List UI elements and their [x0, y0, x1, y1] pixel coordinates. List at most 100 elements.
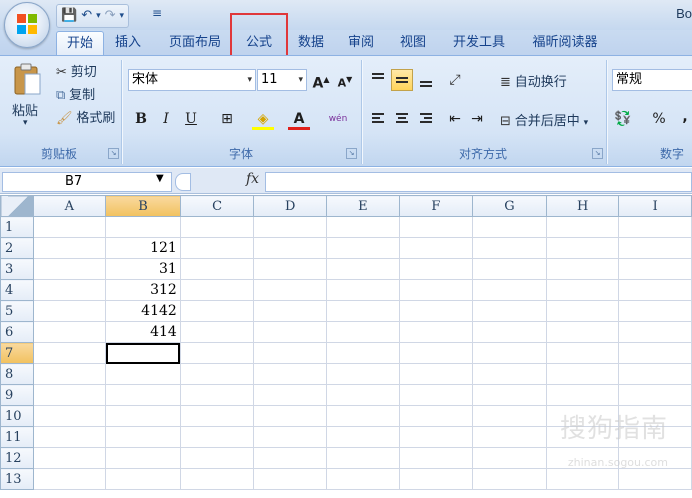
cell[interactable]	[105, 384, 181, 406]
column-header[interactable]: I	[618, 195, 692, 217]
cell[interactable]	[326, 237, 400, 259]
cell[interactable]	[179, 468, 255, 490]
paste-button[interactable]: 粘贴 ▾	[8, 60, 46, 140]
cell[interactable]	[326, 468, 400, 490]
cell[interactable]	[398, 237, 474, 259]
column-header[interactable]: D	[253, 195, 328, 217]
cell[interactable]	[105, 426, 181, 448]
cell[interactable]	[618, 216, 692, 238]
row-header[interactable]: 5	[0, 300, 34, 322]
column-header[interactable]: B	[105, 195, 181, 217]
row-header[interactable]: 11	[0, 426, 34, 448]
cell[interactable]	[32, 300, 107, 322]
cell[interactable]	[179, 363, 255, 385]
tab-review[interactable]: 审阅	[340, 31, 382, 55]
cell[interactable]	[253, 300, 328, 322]
cell[interactable]	[32, 321, 107, 343]
cell[interactable]	[472, 447, 547, 469]
row-header[interactable]: 7	[0, 342, 34, 364]
insert-function-icon[interactable]: fx	[246, 171, 259, 187]
cell[interactable]	[545, 363, 620, 385]
redo-dropdown-icon[interactable]: ▾	[120, 6, 125, 26]
select-all-corner[interactable]	[0, 195, 34, 217]
copy-button[interactable]: ⧉ 复制	[56, 84, 95, 104]
font-launcher-icon[interactable]: ↘	[346, 148, 357, 159]
cell[interactable]	[472, 384, 547, 406]
cell[interactable]	[472, 279, 547, 301]
cell[interactable]	[179, 342, 255, 364]
cell[interactable]	[545, 468, 620, 490]
align-top-button[interactable]	[367, 69, 389, 91]
cell[interactable]	[545, 300, 620, 322]
cell[interactable]	[105, 405, 181, 427]
row-header[interactable]: 4	[0, 279, 34, 301]
cell[interactable]	[32, 216, 107, 238]
font-size-combo[interactable]: 11 ▾	[257, 69, 307, 91]
tab-home[interactable]: 开始	[56, 31, 104, 56]
cell[interactable]	[253, 258, 328, 280]
cell[interactable]	[472, 216, 547, 238]
cell[interactable]	[545, 258, 620, 280]
cell[interactable]	[179, 384, 255, 406]
cell[interactable]	[326, 279, 400, 301]
paste-dropdown-icon[interactable]: ▾	[23, 118, 28, 128]
cell[interactable]	[618, 384, 692, 406]
column-header[interactable]: G	[472, 195, 547, 217]
cell[interactable]	[618, 321, 692, 343]
office-button[interactable]	[4, 2, 50, 48]
column-header[interactable]: E	[326, 195, 400, 217]
cell[interactable]	[326, 342, 400, 364]
grow-font-button[interactable]: A▲	[310, 69, 332, 92]
row-header[interactable]: 10	[0, 405, 34, 427]
cell[interactable]	[179, 258, 255, 280]
save-icon[interactable]: 💾	[61, 6, 77, 26]
cell[interactable]	[32, 237, 107, 259]
row-header[interactable]: 2	[0, 237, 34, 259]
cell[interactable]	[105, 363, 181, 385]
cell[interactable]	[545, 342, 620, 364]
cell[interactable]	[545, 321, 620, 343]
cell[interactable]	[618, 300, 692, 322]
tab-insert[interactable]: 插入	[108, 31, 148, 55]
cell[interactable]	[253, 426, 328, 448]
cell[interactable]	[179, 447, 255, 469]
cell[interactable]	[398, 363, 474, 385]
align-right-button[interactable]	[415, 108, 437, 130]
cell[interactable]	[398, 258, 474, 280]
row-header[interactable]: 6	[0, 321, 34, 343]
cell[interactable]	[253, 384, 328, 406]
cell[interactable]	[618, 258, 692, 280]
cell[interactable]	[32, 258, 107, 280]
cell[interactable]	[253, 237, 328, 259]
cell[interactable]	[618, 468, 692, 490]
formula-expand-handle[interactable]	[175, 173, 191, 191]
format-painter-button[interactable]: 🖌 格式刷	[56, 107, 115, 127]
cell[interactable]	[253, 468, 328, 490]
cell[interactable]	[398, 216, 474, 238]
cell[interactable]	[105, 468, 181, 490]
cell[interactable]	[32, 384, 107, 406]
cell[interactable]	[398, 405, 474, 427]
cell[interactable]	[179, 237, 255, 259]
cut-button[interactable]: ✂ 剪切	[56, 61, 97, 81]
tab-foxit-reader[interactable]: 福昕阅读器	[524, 31, 606, 55]
cell[interactable]	[179, 300, 255, 322]
cell[interactable]	[326, 363, 400, 385]
cell[interactable]	[398, 468, 474, 490]
currency-icon[interactable]: 💱	[612, 108, 634, 130]
text-orientation-icon[interactable]: ⤢	[444, 69, 466, 91]
comma-button[interactable]: ,	[674, 106, 692, 128]
cell[interactable]	[326, 426, 400, 448]
row-header[interactable]: 1	[0, 216, 34, 238]
tab-page-layout[interactable]: 页面布局	[160, 31, 230, 55]
cell[interactable]	[326, 447, 400, 469]
row-header[interactable]: 9	[0, 384, 34, 406]
alignment-launcher-icon[interactable]: ↘	[592, 148, 603, 159]
wrap-text-button[interactable]: ≣ 自动换行	[500, 71, 567, 90]
cell[interactable]	[32, 405, 107, 427]
cell[interactable]	[253, 216, 328, 238]
clipboard-launcher-icon[interactable]: ↘	[108, 148, 119, 159]
cell[interactable]	[179, 216, 255, 238]
cell[interactable]	[398, 321, 474, 343]
cell[interactable]	[398, 300, 474, 322]
